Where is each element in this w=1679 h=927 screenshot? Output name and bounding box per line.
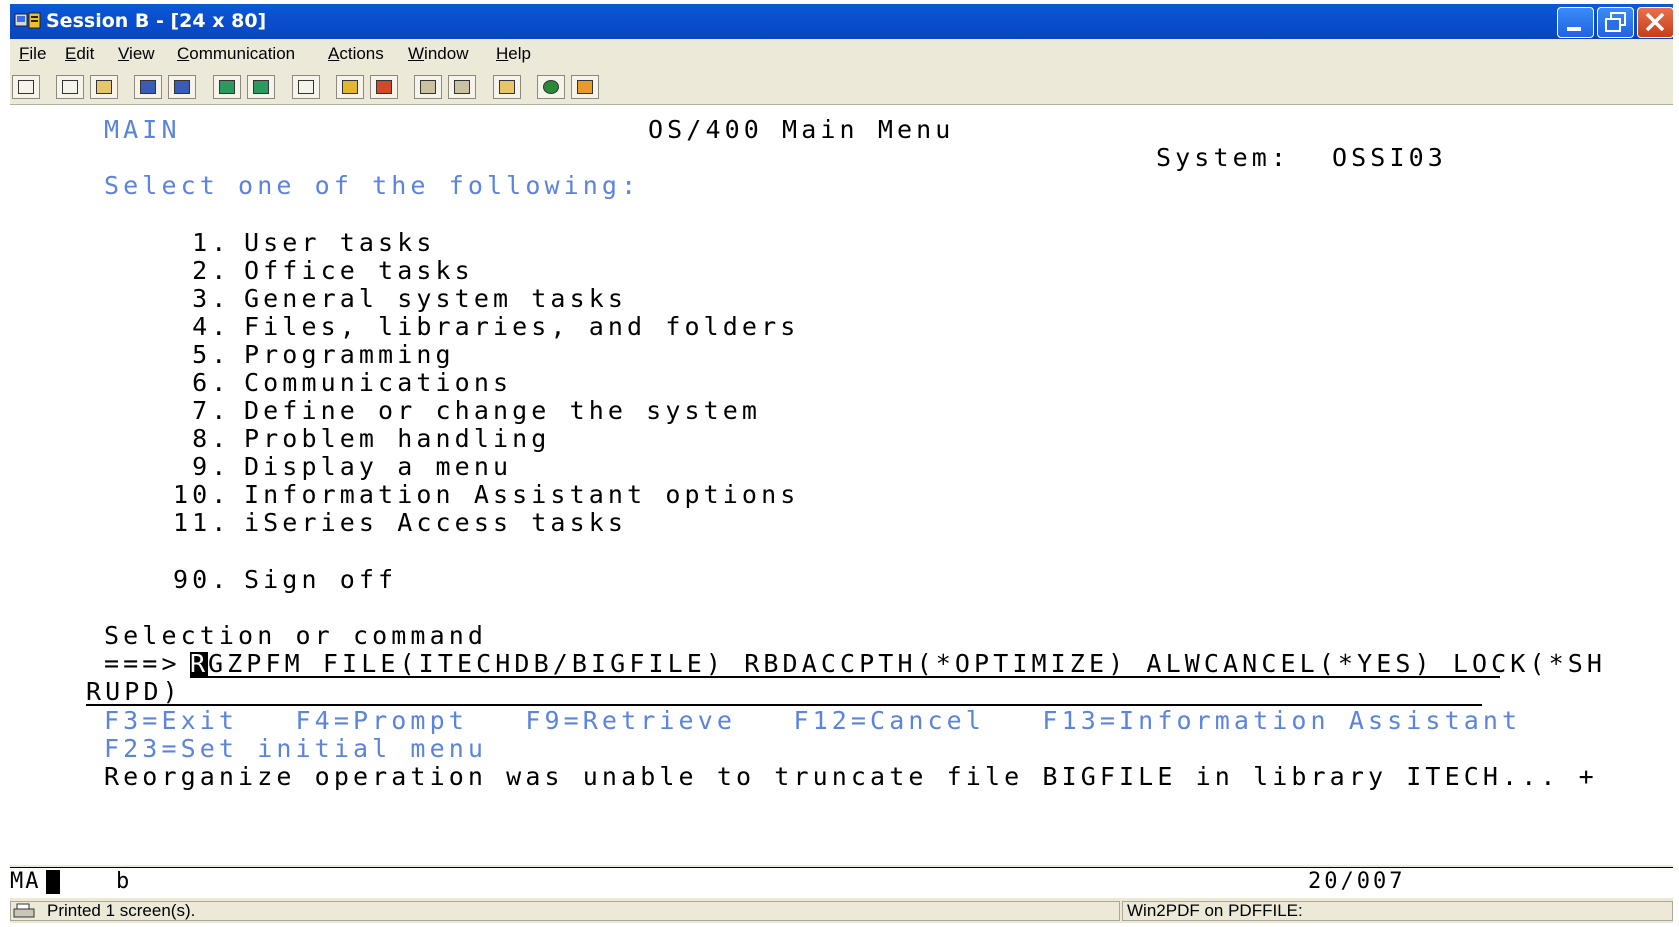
oia-bar: MA b 20/007 [10,868,1673,898]
play-macro-button[interactable] [414,75,442,99]
menu-help[interactable]: Help [496,44,531,64]
option-number: 8. [173,424,231,453]
option-number: 9. [173,452,231,481]
status-panel-left: Printed 1 screen(s). [10,901,1120,921]
restore-button[interactable] [1597,7,1634,38]
option-number: 2. [173,256,231,285]
option-label: Define or change the system [244,396,762,425]
select-prompt: Select one of the following: [104,171,641,200]
stop-macro-button[interactable] [370,75,398,99]
option-label: iSeries Access tasks [244,508,628,537]
option-number: 6. [173,368,231,397]
function-keys-2: F23=Set initial menu [104,734,488,763]
help-book-icon [577,80,593,94]
status-message: Printed 1 screen(s). [47,901,196,920]
option-label: Display a menu [244,452,513,481]
print-icon [18,80,34,94]
menu-id: MAIN [104,115,181,144]
command-line-2[interactable]: RUPD) [86,678,182,706]
function-keys-1: F3=Exit F4=Prompt F9=Retrieve F12=Cancel… [104,706,1522,735]
oia-indicator: b [116,869,134,894]
option-label: General system tasks [244,284,628,313]
command-underline-1 [200,676,1500,678]
display-icon [219,80,235,94]
terminal-window: Session B - [24 x 80] File Edit View Com… [10,4,1674,923]
toolbar [10,70,1673,105]
macro-settings-icon [454,80,470,94]
help-button[interactable] [571,75,599,99]
close-icon [1645,12,1665,32]
print-screen-button[interactable] [12,75,40,99]
option-label: Files, libraries, and folders [244,312,800,341]
menu-bar: File Edit View Communication Actions Win… [10,40,1673,70]
copy-icon [62,80,78,94]
menu-communication[interactable]: Communication [177,44,295,64]
copy-button[interactable] [56,75,84,99]
close-button[interactable] [1637,7,1674,38]
menu-window[interactable]: Window [408,44,468,64]
receive-file-icon [174,80,190,94]
menu-file[interactable]: File [19,44,46,64]
minimize-icon [1567,27,1581,31]
option-label: Office tasks [244,256,474,285]
option-label: User tasks [244,228,436,257]
command-line-1[interactable]: GZPFM FILE(ITECHDB/BIGFILE) RBDACCPTH(*O… [208,650,1606,678]
keyboard-button[interactable] [292,75,320,99]
oia-mode: MA [10,869,41,894]
signoff-number: 90. [173,565,231,594]
minimize-button[interactable] [1557,7,1594,38]
status-panel-right: Win2PDF on PDFFILE: [1122,901,1673,921]
option-label: Programming [244,340,455,369]
system-label: System: [1156,143,1291,172]
option-number: 1. [173,228,231,257]
option-label: Information Assistant options [244,480,800,509]
macro-play-icon [420,80,436,94]
message-line[interactable]: Reorganize operation was unable to trunc… [104,763,1598,791]
clipboard-icon [499,80,515,94]
macro-stop-icon [376,80,392,94]
option-label: Problem handling [244,424,551,453]
web-button[interactable] [537,75,565,99]
option-number: 7. [173,396,231,425]
option-number: 11. [173,508,231,537]
restore-icon [1605,12,1626,32]
system-name: OSSI03 [1332,143,1447,172]
send-file-button[interactable] [134,75,162,99]
receive-file-button[interactable] [168,75,196,99]
title-bar[interactable]: Session B - [24 x 80] [10,4,1674,39]
session-icon [14,12,41,29]
option-label: Communications [244,368,513,397]
window-title: Session B - [24 x 80] [46,10,267,32]
monitor-icon [253,80,269,94]
option-number: 5. [173,340,231,369]
clipboard-button[interactable] [493,75,521,99]
option-number: 10. [173,480,231,509]
signoff-label: Sign off [244,565,398,594]
menu-view[interactable]: View [118,44,155,64]
command-arrow: ===> [104,649,181,678]
option-number: 4. [173,312,231,341]
option-number: 3. [173,284,231,313]
menu-edit[interactable]: Edit [65,44,94,64]
macro-record-icon [342,80,358,94]
terminal-screen[interactable]: MAIN OS/400 Main Menu System: OSSI03 Sel… [10,105,1673,865]
printer-icon [13,903,35,918]
send-file-icon [140,80,156,94]
screen-title: OS/400 Main Menu [648,115,955,144]
globe-icon [543,80,559,94]
printer-status: Win2PDF on PDFFILE: [1127,901,1303,920]
record-macro-button[interactable] [336,75,364,99]
cursor-char: R [190,649,210,678]
macro-settings-button[interactable] [448,75,476,99]
cursor-position: 20/007 [1308,869,1406,894]
paste-button[interactable] [90,75,118,99]
display-button[interactable] [213,75,241,99]
menu-actions[interactable]: Actions [328,44,384,64]
monitor-button[interactable] [247,75,275,99]
keyboard-icon [298,80,314,94]
oia-cursor [46,870,60,894]
selection-label: Selection or command [104,621,488,650]
oia-area: MA b 20/007 Printed 1 screen(s). Win2PDF… [10,867,1673,921]
paste-icon [96,80,112,94]
